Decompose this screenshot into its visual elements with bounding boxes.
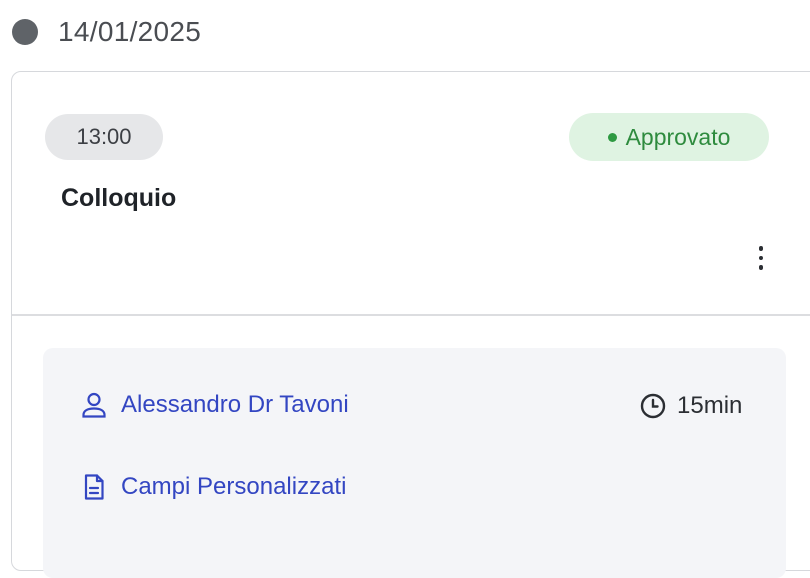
more-options-button[interactable] — [750, 238, 772, 278]
more-vertical-icon — [758, 246, 764, 251]
date-label: 14/01/2025 — [58, 16, 202, 47]
appointment-card: 13:00 Approvato Colloquio Alessandro Dr … — [11, 71, 810, 578]
status-label: Approvato — [625, 123, 731, 150]
document-icon — [79, 472, 109, 502]
appointment-title: Colloquio — [61, 184, 177, 212]
divider — [12, 314, 810, 316]
person-link[interactable]: Alessandro Dr Tavoni — [79, 390, 349, 420]
custom-fields-link[interactable]: Campi Personalizzati — [79, 472, 346, 502]
status-badge: Approvato — [569, 113, 769, 161]
timeline-dot-icon — [12, 19, 38, 45]
date-header: 14/01/2025 — [12, 12, 201, 52]
clock-icon — [639, 392, 667, 420]
duration: 15min — [639, 392, 742, 420]
custom-fields-label: Campi Personalizzati — [121, 473, 347, 500]
time-chip: 13:00 — [45, 114, 163, 160]
details-panel: Alessandro Dr Tavoni 15min Campi Persona… — [43, 348, 786, 578]
status-dot-icon — [607, 132, 617, 142]
user-icon — [79, 390, 109, 420]
person-name: Alessandro Dr Tavoni — [121, 391, 349, 418]
duration-label: 15min — [677, 392, 743, 419]
